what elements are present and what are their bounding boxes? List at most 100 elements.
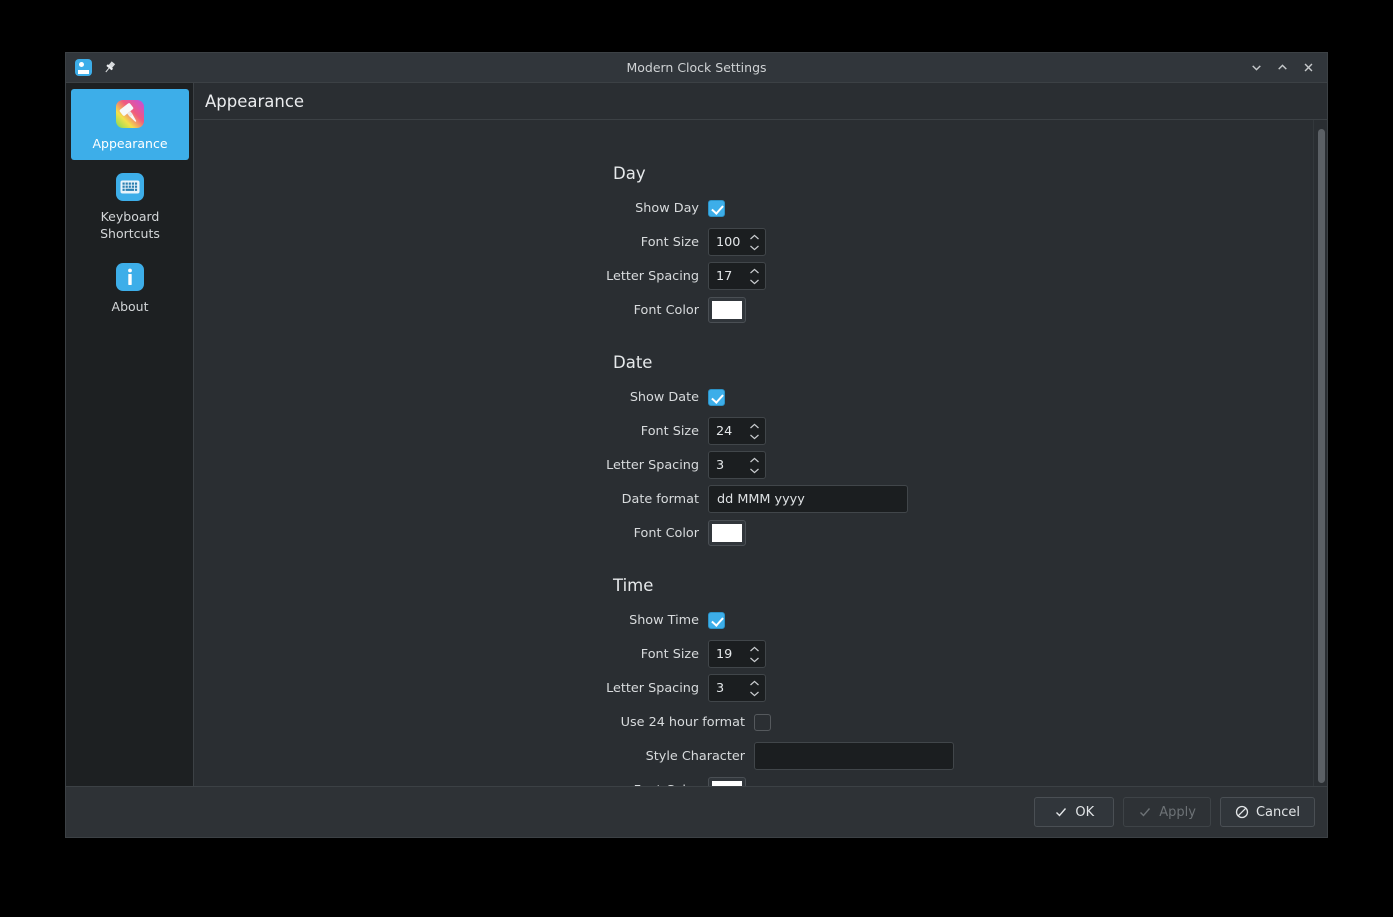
time-font-size-spinbox[interactable]: 19 — [708, 640, 766, 668]
apply-button[interactable]: Apply — [1123, 797, 1211, 827]
row-day-font-color: Font Color — [604, 293, 766, 327]
sidebar-item-label: Appearance — [92, 136, 167, 151]
group-date: Date Show Date Font Size 24 — [604, 353, 908, 550]
show-date-checkbox[interactable] — [708, 389, 725, 406]
row-style-character: Style Character — [604, 739, 954, 773]
time-font-color-button[interactable] — [708, 777, 746, 786]
row-label: Style Character — [604, 749, 754, 764]
sidebar-item-keyboard-shortcuts[interactable]: Keyboard Shortcuts — [71, 162, 189, 250]
spin-arrows-icon[interactable] — [748, 265, 761, 287]
clock-app-icon — [75, 59, 92, 76]
date-letter-spacing-spinbox[interactable]: 3 — [708, 451, 766, 479]
check-icon — [1138, 805, 1152, 819]
keyboard-icon — [114, 171, 146, 203]
use-24-hour-format-checkbox[interactable] — [754, 714, 771, 731]
row-label: Font Size — [604, 424, 708, 439]
maximize-button[interactable] — [1270, 57, 1294, 79]
group-title: Date — [613, 353, 908, 372]
row-label: Date format — [604, 492, 708, 507]
minimize-button[interactable] — [1244, 57, 1268, 79]
info-icon — [114, 261, 146, 293]
row-day-letter-spacing: Letter Spacing 17 — [604, 259, 766, 293]
scrollbar-thumb[interactable] — [1318, 129, 1325, 783]
page-header: Appearance — [194, 83, 1327, 120]
sidebar: Appearance — [66, 83, 194, 786]
day-font-color-button[interactable] — [708, 297, 746, 323]
spin-arrows-icon[interactable] — [748, 231, 761, 253]
spin-arrows-icon[interactable] — [748, 677, 761, 699]
spin-value: 24 — [716, 424, 742, 439]
row-date-font-size: Font Size 24 — [604, 414, 908, 448]
group-title: Time — [613, 576, 954, 595]
dialog-button-bar: OK Apply Cancel — [66, 786, 1327, 837]
time-letter-spacing-spinbox[interactable]: 3 — [708, 674, 766, 702]
appearance-icon — [114, 98, 146, 130]
group-time: Time Show Time Font Size 19 — [604, 576, 954, 786]
date-format-input[interactable]: dd MMM yyyy — [708, 485, 908, 513]
check-icon — [1054, 805, 1068, 819]
settings-window: Modern Clock Settings — [65, 52, 1328, 838]
row-label: Letter Spacing — [604, 681, 708, 696]
row-label: Show Time — [604, 613, 708, 628]
date-font-color-button[interactable] — [708, 520, 746, 546]
cancel-button-label: Cancel — [1256, 805, 1300, 820]
settings-scroll-area[interactable]: Day Show Day Font Size 100 — [194, 120, 1327, 786]
settings-form: Day Show Day Font Size 100 — [194, 120, 1327, 786]
close-button[interactable] — [1296, 57, 1320, 79]
window-body: Appearance — [66, 83, 1327, 786]
row-show-time: Show Time — [604, 603, 954, 637]
color-swatch — [712, 781, 742, 786]
pin-icon[interactable] — [102, 60, 117, 75]
vertical-scrollbar[interactable] — [1313, 120, 1327, 786]
date-font-size-spinbox[interactable]: 24 — [708, 417, 766, 445]
row-day-font-size: Font Size 100 — [604, 225, 766, 259]
row-label: Font Size — [604, 647, 708, 662]
spin-arrows-icon[interactable] — [748, 420, 761, 442]
row-use-24-hour-format: Use 24 hour format — [604, 705, 954, 739]
ok-button-label: OK — [1075, 805, 1094, 820]
row-date-font-color: Font Color — [604, 516, 908, 550]
row-label: Font Size — [604, 235, 708, 250]
day-letter-spacing-spinbox[interactable]: 17 — [708, 262, 766, 290]
spin-value: 100 — [716, 235, 742, 250]
page-title: Appearance — [205, 92, 304, 111]
group-title: Day — [613, 164, 766, 183]
row-label: Font Color — [604, 783, 708, 787]
cancel-icon — [1235, 805, 1249, 819]
row-label: Font Color — [604, 526, 708, 541]
row-label: Use 24 hour format — [604, 715, 754, 730]
title-bar-left-icons — [66, 59, 117, 76]
sidebar-item-appearance[interactable]: Appearance — [71, 89, 189, 160]
apply-button-label: Apply — [1159, 805, 1196, 820]
color-swatch — [712, 301, 742, 319]
row-date-format: Date format dd MMM yyyy — [604, 482, 908, 516]
row-label: Show Day — [604, 201, 708, 216]
show-day-checkbox[interactable] — [708, 200, 725, 217]
title-bar[interactable]: Modern Clock Settings — [66, 53, 1327, 83]
row-label: Letter Spacing — [604, 269, 708, 284]
window-controls — [1244, 57, 1327, 79]
row-time-font-color: Font Color — [604, 773, 954, 786]
row-label: Show Date — [604, 390, 708, 405]
spin-arrows-icon[interactable] — [748, 643, 761, 665]
spin-value: 19 — [716, 647, 742, 662]
sidebar-item-label: Keyboard Shortcuts — [100, 209, 160, 241]
cancel-button[interactable]: Cancel — [1220, 797, 1315, 827]
ok-button[interactable]: OK — [1034, 797, 1114, 827]
day-font-size-spinbox[interactable]: 100 — [708, 228, 766, 256]
color-swatch — [712, 524, 742, 542]
spin-arrows-icon[interactable] — [748, 454, 761, 476]
row-time-font-size: Font Size 19 — [604, 637, 954, 671]
content-column: Appearance Day Show Day Font Size — [194, 83, 1327, 786]
sidebar-item-about[interactable]: About — [71, 252, 189, 323]
row-time-letter-spacing: Letter Spacing 3 — [604, 671, 954, 705]
row-show-date: Show Date — [604, 380, 908, 414]
group-day: Day Show Day Font Size 100 — [604, 164, 766, 327]
spin-value: 17 — [716, 269, 742, 284]
sidebar-item-label: About — [112, 299, 149, 314]
spin-value: 3 — [716, 681, 742, 696]
show-time-checkbox[interactable] — [708, 612, 725, 629]
style-character-input[interactable] — [754, 742, 954, 770]
spin-value: 3 — [716, 458, 742, 473]
row-date-letter-spacing: Letter Spacing 3 — [604, 448, 908, 482]
